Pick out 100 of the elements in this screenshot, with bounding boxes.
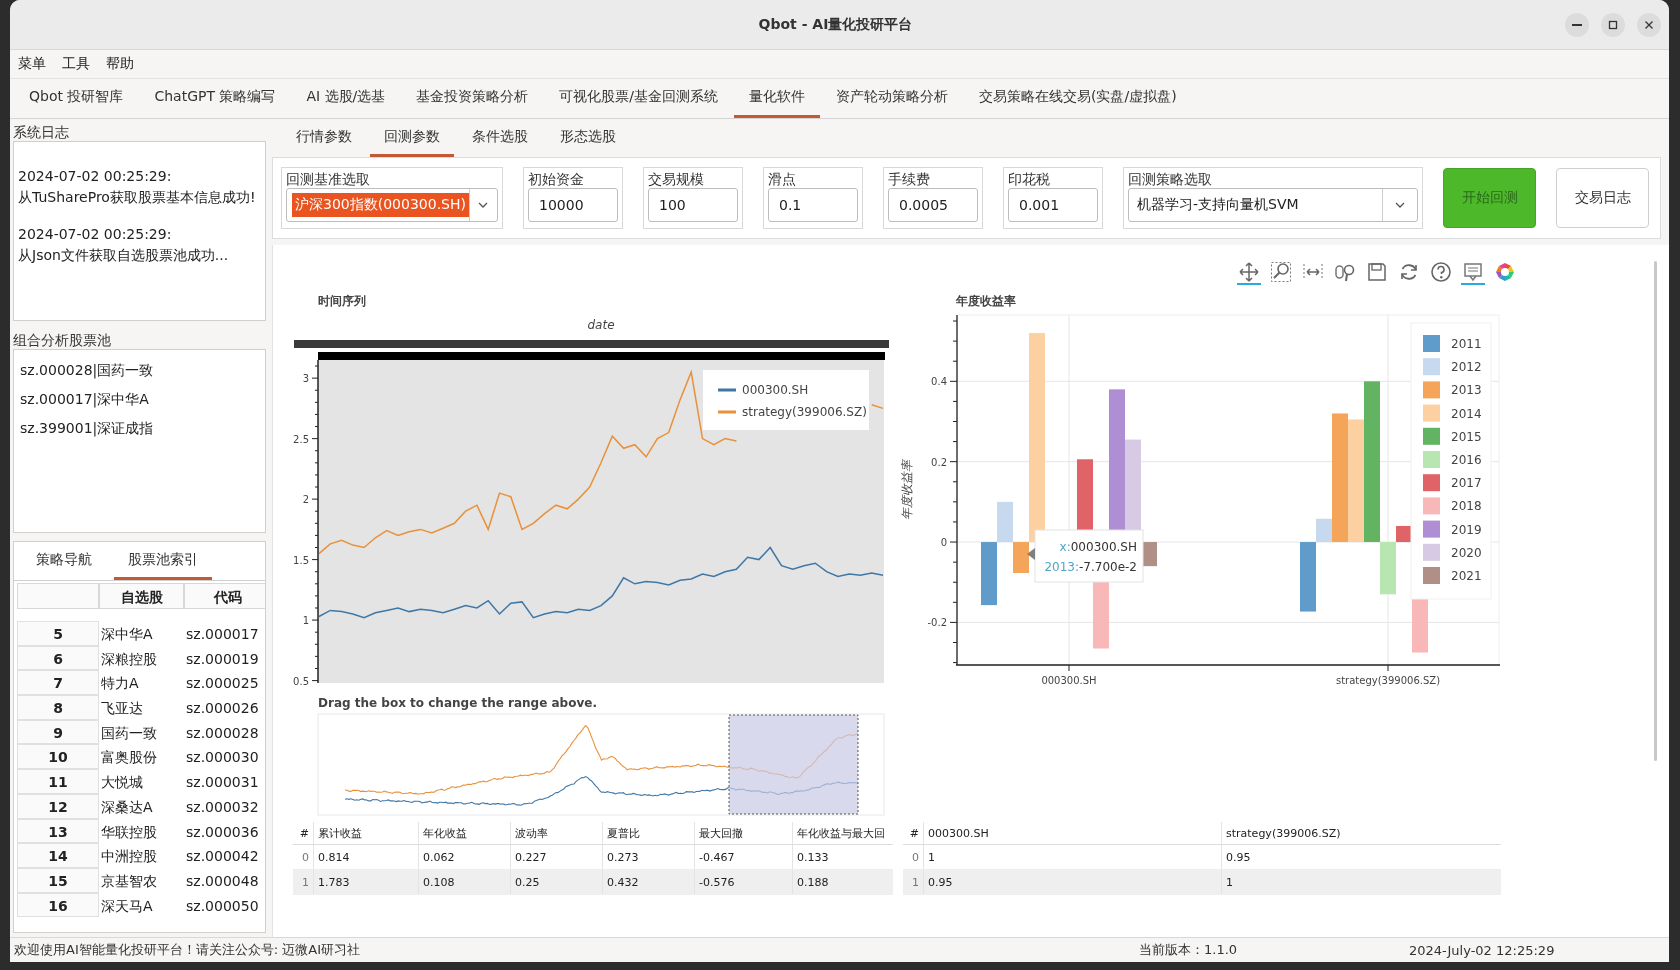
tab[interactable]: AI 选股/选基 xyxy=(291,79,401,118)
field-label: 手续费 xyxy=(888,170,931,188)
axis-tick-label: strategy(399006.SZ) xyxy=(1335,675,1441,686)
log-message: 从Json文件获取自选股票池成功... xyxy=(18,246,230,265)
table-cell-text: sz.000030 xyxy=(185,748,260,768)
tab[interactable]: 资产轮动策略分析 xyxy=(821,79,964,118)
axis-label: date xyxy=(587,318,615,332)
input-field[interactable]: 10000 xyxy=(528,188,618,222)
input-field[interactable]: 100 xyxy=(648,188,738,222)
column-header: 年化收益与最大回 xyxy=(792,822,893,844)
column-header: 000300.SH xyxy=(923,822,1221,844)
tool-button[interactable] xyxy=(1237,261,1261,285)
input-field[interactable]: 0.0005 xyxy=(888,188,978,222)
log-message: 从TuSharePro获取股票基本信息成功! xyxy=(18,188,257,207)
table-cell: 0.432 xyxy=(602,870,694,894)
log-button[interactable]: 交易日志 xyxy=(1556,168,1649,228)
legend-label: 2014 xyxy=(1451,406,1482,421)
column-header: strategy(399006.SZ) xyxy=(1221,822,1501,844)
tooltip-text: 2013:-7.700e-2 xyxy=(1044,560,1137,574)
tab[interactable]: ChatGPT 策略编写 xyxy=(139,79,291,118)
table-cell: -0.576 xyxy=(694,870,792,894)
axis-tick-label: 0.4 xyxy=(931,376,947,388)
chart-title: 年度收益率 xyxy=(956,294,1016,308)
row-index: 0 xyxy=(301,849,310,866)
axis-tick-label: 000300.SH xyxy=(1041,675,1097,686)
table-cell: 1.783 xyxy=(313,870,418,894)
input-field[interactable]: 0.1 xyxy=(768,188,858,222)
row-header: 11 xyxy=(17,769,99,794)
dropdown-value: 机器学习-支持向量机SVM xyxy=(1136,195,1300,214)
table-cell-text: 飞亚达 xyxy=(100,699,144,719)
tab[interactable]: 可视化股票/基金回测系统 xyxy=(544,79,734,118)
tab[interactable]: 交易策略在线交易(实盘/虚拟盘) xyxy=(964,79,1192,118)
legend-label: 2019 xyxy=(1451,522,1482,537)
minimize-button[interactable] xyxy=(1565,12,1589,37)
caret-icon xyxy=(477,201,490,209)
table-cell-text: 华联控股 xyxy=(100,822,158,842)
color-wheel-icon xyxy=(1494,261,1516,283)
field-label: 交易规模 xyxy=(648,170,705,188)
row-header: 16 xyxy=(17,892,99,918)
table-cell-text: sz.000050 xyxy=(185,896,260,916)
table-cell-text: 富奥股份 xyxy=(100,748,158,768)
table-cell-text: sz.000026 xyxy=(185,699,260,719)
row-index: 0 xyxy=(911,849,920,866)
save-icon xyxy=(1366,261,1388,283)
axis-label: 年度收益率 xyxy=(900,460,914,520)
row-header: 14 xyxy=(17,843,99,868)
close-button[interactable] xyxy=(1637,12,1661,37)
field-label: 滑点 xyxy=(768,170,797,188)
tab[interactable]: Qbot 投研智库 xyxy=(14,79,139,118)
axis-tick-label: 2 xyxy=(302,494,309,506)
table-cell-text: 深桑达A xyxy=(100,797,154,817)
table-cell-text: 深中华A xyxy=(100,625,154,644)
legend-label: strategy(399006.SZ) xyxy=(742,405,867,419)
table-cell-text: 深粮控股 xyxy=(100,649,158,669)
table-cell-text: 深天马A xyxy=(100,896,154,916)
menu-item[interactable]: 工具 xyxy=(62,55,90,73)
dropdown[interactable]: 沪深300指数(000300.SH) xyxy=(286,188,498,222)
table-cell: 0.814 xyxy=(313,845,418,869)
list-item[interactable]: sz.000028|国药一致 xyxy=(20,356,259,385)
log-timestamp: 2024-07-02 00:25:29: xyxy=(18,167,173,186)
legend-label: 2017 xyxy=(1451,476,1482,491)
menu-item[interactable]: 菜单 xyxy=(18,55,46,73)
table-cell-text: sz.000042 xyxy=(185,847,260,867)
list-item[interactable]: sz.399001|深证成指 xyxy=(20,414,259,443)
tab[interactable]: 行情参数 xyxy=(282,119,366,157)
maximize-button[interactable] xyxy=(1601,12,1625,37)
row-header: 15 xyxy=(17,867,99,893)
scrollbar[interactable] xyxy=(1654,261,1657,761)
tab[interactable]: 策略导航 xyxy=(22,542,106,580)
legend-label: 2020 xyxy=(1451,545,1482,560)
caret-icon xyxy=(1394,201,1406,209)
table-cell: 0.188 xyxy=(792,870,893,894)
tab[interactable]: 量化软件 xyxy=(734,79,821,118)
table-cell-text: sz.000017 xyxy=(185,625,260,644)
axis-tick-label: 0 xyxy=(940,537,947,549)
list-item[interactable]: sz.000017|深中华A xyxy=(20,385,259,414)
table-cell-text: 京基智农 xyxy=(100,871,158,891)
row-header: 12 xyxy=(17,793,99,819)
table-cell-text: sz.000019 xyxy=(185,649,260,669)
table-cell: 1 xyxy=(923,845,1221,869)
tool-button[interactable] xyxy=(1269,261,1293,285)
menu-item[interactable]: 帮助 xyxy=(106,55,134,73)
window-title: Qbot - AI量化投研平台 xyxy=(757,15,914,34)
pan-icon xyxy=(1238,261,1260,283)
table-cell-text: 特力A xyxy=(100,674,140,694)
row-index: 1 xyxy=(301,874,310,891)
dropdown[interactable]: 机器学习-支持向量机SVM xyxy=(1128,188,1418,222)
hover-icon xyxy=(1462,261,1484,283)
input-field[interactable]: 0.001 xyxy=(1008,188,1098,222)
tab[interactable]: 形态选股 xyxy=(546,119,630,157)
table-cell-text: 中洲控股 xyxy=(100,847,158,867)
tab[interactable]: 条件选股 xyxy=(458,119,542,157)
tab[interactable]: 基金投资策略分析 xyxy=(401,79,544,118)
tool-button[interactable] xyxy=(1461,261,1485,285)
row-index: 1 xyxy=(911,874,920,891)
column-header: 夏普比 xyxy=(602,822,694,844)
axis-tick-label: 0.2 xyxy=(931,456,947,468)
tool-button[interactable] xyxy=(1429,261,1453,285)
table-cell-text: sz.000025 xyxy=(185,674,260,694)
legend-label: 2015 xyxy=(1451,429,1482,444)
